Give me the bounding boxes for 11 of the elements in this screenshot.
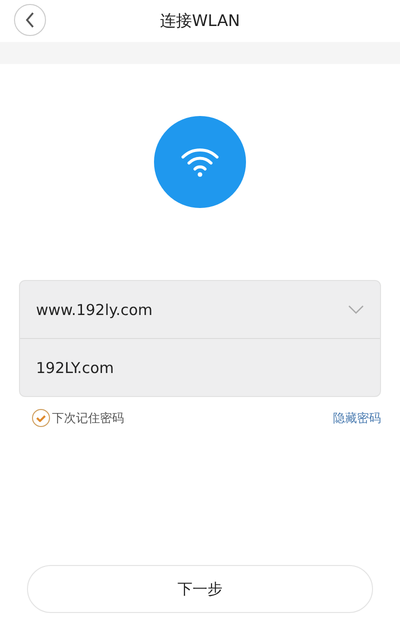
remember-checkbox[interactable]: 下次记住密码	[32, 409, 124, 427]
password-field[interactable]: 192LY.com	[36, 358, 364, 376]
page-title: 连接WLAN	[160, 10, 240, 32]
dropdown-icon	[348, 305, 364, 314]
back-button[interactable]	[14, 4, 46, 36]
hide-password-link[interactable]: 隐藏密码	[333, 410, 381, 426]
network-name-field[interactable]: www.192ly.com	[36, 300, 348, 318]
wifi-icon	[180, 146, 220, 178]
next-button[interactable]: 下一步	[27, 565, 373, 613]
check-icon	[32, 409, 50, 427]
back-icon	[25, 12, 35, 28]
